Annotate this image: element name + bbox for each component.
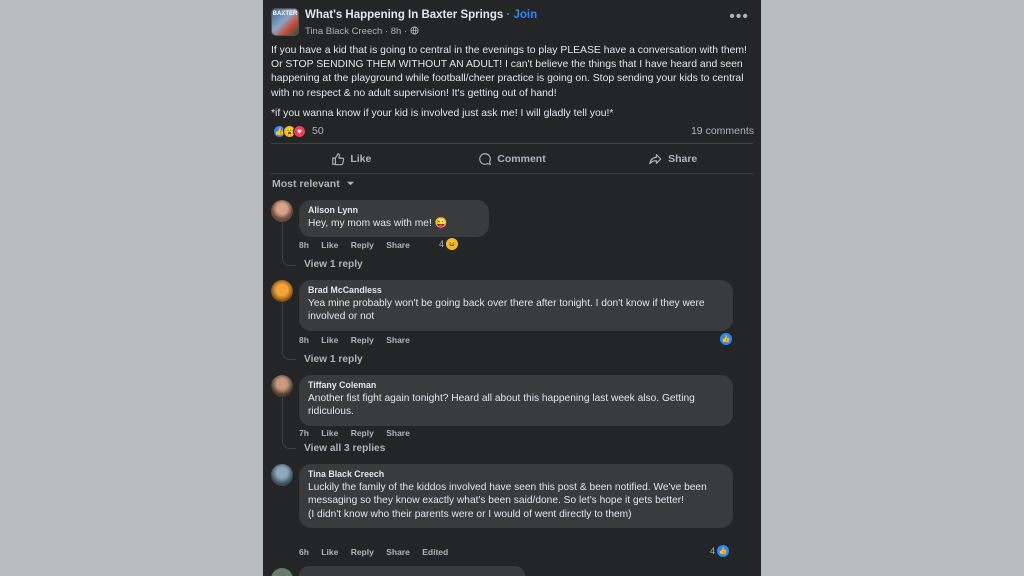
comment-reactions[interactable]: 4 😆 <box>439 238 459 250</box>
share-button[interactable]: Share <box>592 145 753 173</box>
view-replies-link[interactable]: View 1 reply <box>304 354 363 365</box>
comment-text: Hey, my mom was with me! 😜 <box>308 218 448 229</box>
comment-reply-link[interactable]: Reply <box>351 240 374 250</box>
comment-bubble: Tina Black Creech Luckily the family of … <box>299 464 733 529</box>
share-label: Share <box>668 153 698 165</box>
comment-like-link[interactable]: Like <box>321 547 338 557</box>
comment-reply-link[interactable]: Reply <box>351 547 374 557</box>
comment-time[interactable]: 8h <box>299 335 309 345</box>
comment-meta: 7h Like Reply Share <box>299 428 420 438</box>
comment-bubble-icon <box>479 153 492 166</box>
commenter-name[interactable]: Alison Lynn <box>308 205 480 215</box>
comment-reaction-count: 4 <box>439 239 445 249</box>
comment-button[interactable]: Comment <box>432 145 593 173</box>
author-link[interactable]: Tina Black Creech <box>305 26 382 37</box>
like-label: Like <box>350 153 372 165</box>
commenter-name[interactable]: Brad McCandless <box>308 285 724 295</box>
like-button[interactable]: Like <box>271 145 432 173</box>
action-bar: Like Comment Share <box>271 145 753 173</box>
comment-reaction-count: 4 <box>710 546 716 556</box>
comment-text: Yea mine probably won't be going back ov… <box>308 298 705 323</box>
comment-bubble: Alison Lynn Hey, my mom was with me! 😜 <box>299 200 489 238</box>
post-title: What's Happening In Baxter Springs · Joi… <box>305 9 537 21</box>
ellipsis-icon[interactable]: ••• <box>729 9 749 25</box>
reply-thread-line <box>282 302 296 360</box>
haha-icon: 😆 <box>446 238 459 250</box>
avatar[interactable] <box>271 200 293 222</box>
comment-meta: 8h Like Reply Share <box>299 335 420 345</box>
comment-share-link[interactable]: Share <box>386 428 410 438</box>
comment-share-link[interactable]: Share <box>386 547 410 557</box>
comment-like-link[interactable]: Like <box>321 240 338 250</box>
like-icon: 👍 <box>720 333 732 345</box>
commenter-name[interactable]: Tiffany Coleman <box>308 380 724 390</box>
share-arrow-icon <box>649 154 662 165</box>
comment-label: Comment <box>497 153 546 165</box>
group-logo[interactable]: BAXTER <box>271 8 299 36</box>
comment-bubble: Brad McCandless Yea mine probably won't … <box>299 280 733 331</box>
comment-bubble: Tiffany Coleman Another fist fight again… <box>299 375 733 426</box>
sort-label: Most relevant <box>272 178 340 190</box>
comment-reply-link[interactable]: Reply <box>351 335 374 345</box>
comment-meta: 6h Like Reply Share Edited <box>299 547 458 557</box>
commenter-name[interactable]: Tina Black Creech <box>308 469 724 479</box>
post-paragraph: *if you wanna know if your kid is involv… <box>271 107 614 119</box>
join-link[interactable]: · Join <box>506 9 537 21</box>
globe-icon <box>410 26 419 35</box>
comment-time[interactable]: 8h <box>299 240 309 250</box>
thumbs-up-icon <box>332 153 345 166</box>
like-icon: 👍 <box>717 545 730 557</box>
comment-reactions[interactable]: 4 👍 <box>710 545 730 557</box>
post-body: If you have a kid that is going to centr… <box>271 44 755 127</box>
post-header: BAXTER What's Happening In Baxter Spring… <box>271 8 753 40</box>
facebook-post: BAXTER What's Happening In Baxter Spring… <box>263 0 761 576</box>
view-replies-link[interactable]: View all 3 replies <box>304 443 385 454</box>
comment-meta: 8h Like Reply Share <box>299 240 420 250</box>
comment-text: Luckily the family of the kiddos involve… <box>308 482 707 507</box>
reply-thread-line <box>282 397 296 449</box>
post-paragraph: If you have a kid that is going to centr… <box>271 45 747 99</box>
post-subline: Tina Black Creech · 8h · <box>305 26 419 37</box>
divider <box>271 173 753 174</box>
comment-count[interactable]: 19 comments <box>691 125 754 137</box>
comment-bubble <box>299 566 525 576</box>
comment-reactions[interactable]: 👍 <box>718 333 732 345</box>
avatar[interactable] <box>271 568 293 576</box>
comment-share-link[interactable]: Share <box>386 335 410 345</box>
edited-label: Edited <box>422 547 449 557</box>
comment-like-link[interactable]: Like <box>321 428 338 438</box>
love-icon: ♥ <box>293 124 306 138</box>
divider <box>271 143 753 144</box>
reaction-summary[interactable]: 👍 😮 ♥ 50 <box>273 124 324 138</box>
avatar[interactable] <box>271 375 293 397</box>
group-name-link[interactable]: What's Happening In Baxter Springs <box>305 9 503 21</box>
comment-like-link[interactable]: Like <box>321 335 338 345</box>
group-logo-text: BAXTER <box>272 11 298 17</box>
reply-thread-line <box>282 222 296 266</box>
comment-time[interactable]: 6h <box>299 547 309 557</box>
comment-reply-link[interactable]: Reply <box>351 428 374 438</box>
comment-share-link[interactable]: Share <box>386 240 410 250</box>
comment-text: Another fist fight again tonight? Heard … <box>308 393 695 418</box>
avatar[interactable] <box>271 464 293 486</box>
reaction-count: 50 <box>312 125 324 137</box>
post-time[interactable]: · 8h · <box>385 26 407 37</box>
chevron-down-icon <box>346 181 354 186</box>
sort-dropdown[interactable]: Most relevant <box>272 178 355 190</box>
comment-text: (I didn't know who their parents were or… <box>308 508 632 520</box>
comment-time[interactable]: 7h <box>299 428 309 438</box>
view-replies-link[interactable]: View 1 reply <box>304 259 363 270</box>
avatar[interactable] <box>271 280 293 302</box>
